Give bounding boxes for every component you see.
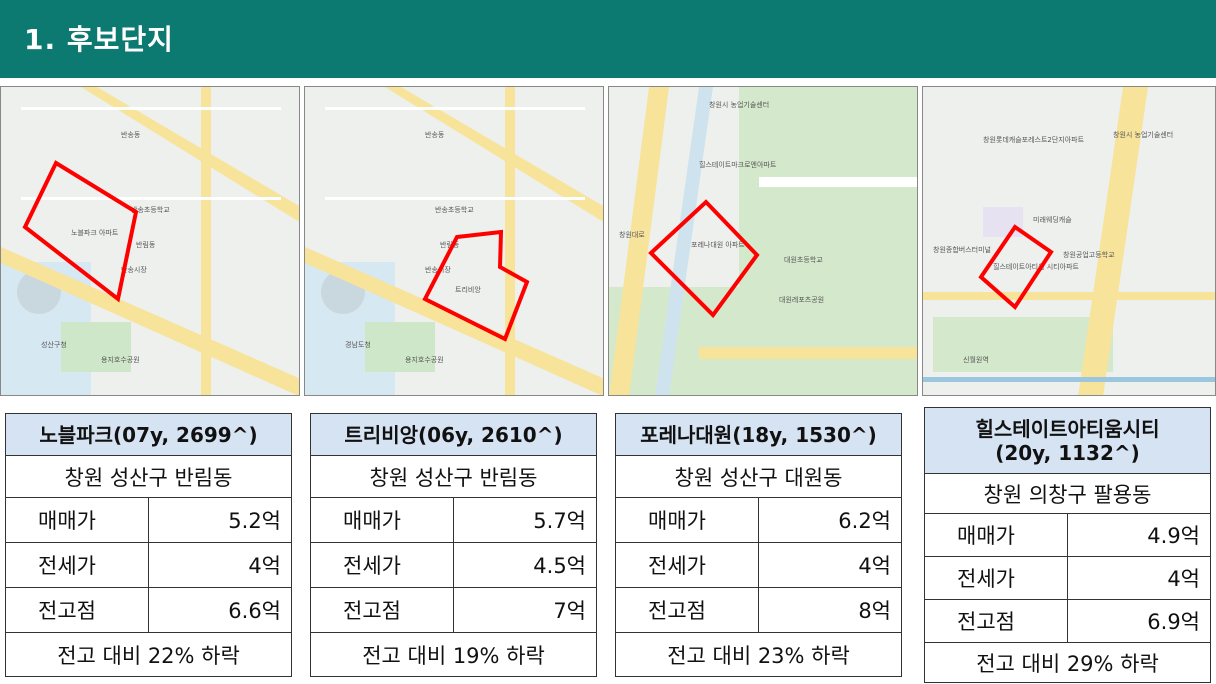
- map-label: 반송초등학교: [435, 205, 474, 214]
- page-header: 1. 후보단지: [0, 0, 1216, 78]
- row-label: 매매가: [615, 497, 759, 543]
- row-value: 4억: [758, 542, 902, 588]
- row-value: 6.9억: [1067, 599, 1211, 643]
- row-label: 매매가: [924, 513, 1068, 557]
- map-label: 반송동: [425, 130, 445, 139]
- map-label: 신월원역: [963, 355, 989, 364]
- table-title-line: 힐스테이트아티움시티: [975, 416, 1160, 441]
- footer-cell: 전고 대비 29% 하락: [924, 642, 1211, 683]
- location-cell: 창원 성산구 반림동: [5, 455, 292, 498]
- table-title-line: (20y, 1132^): [995, 440, 1140, 465]
- table-title: 노블파크(07y, 2699^): [5, 413, 292, 456]
- map-label: 트리비앙: [455, 285, 481, 294]
- row-label: 전세가: [615, 542, 759, 588]
- footer-cell: 전고 대비 23% 하락: [615, 632, 902, 677]
- row-value: 6.6억: [148, 587, 292, 633]
- map-label: 창원대로: [619, 230, 645, 239]
- footer-cell: 전고 대비 22% 하락: [5, 632, 292, 677]
- row-value: 5.2억: [148, 497, 292, 543]
- map-hillstate: 창원롯데캐슬포레스트2단지아파트 힐스테이트아티움 시티아파트 창원공업고등학교…: [922, 86, 1216, 396]
- row-label: 전세가: [924, 556, 1068, 600]
- row-value: 7억: [453, 587, 597, 633]
- map-label: 미래웨딩캐슬: [1033, 215, 1072, 224]
- map-label: 창원롯데캐슬포레스트2단지아파트: [983, 135, 1085, 144]
- map-label: 창원시 농업기술센터: [1113, 130, 1173, 139]
- row-value: 4.9억: [1067, 513, 1211, 557]
- map-trivian: 반송동 트리비앙 반림동 반송초등학교 경남도청 반송시장 용지호수공원: [304, 86, 604, 396]
- row-value: 8억: [758, 587, 902, 633]
- map-label: 대원초등학교: [784, 255, 823, 264]
- row-label: 전세가: [5, 542, 149, 588]
- page-title: 1. 후보단지: [24, 23, 174, 56]
- map-label: 포레나대원 아파트: [691, 240, 745, 249]
- map-label: 창원종합버스터미널: [933, 245, 991, 254]
- map-label: 용지호수공원: [405, 355, 444, 364]
- map-label: 반림동: [136, 240, 156, 249]
- row-label: 전고점: [310, 587, 454, 633]
- location-cell: 창원 성산구 대원동: [615, 455, 902, 498]
- map-label: 경남도청: [345, 340, 371, 349]
- row-label: 매매가: [310, 497, 454, 543]
- map-label: 힐스테이트마크로엔아파트: [699, 160, 777, 169]
- location-cell: 창원 의창구 팔용동: [924, 473, 1211, 514]
- row-value: 4억: [148, 542, 292, 588]
- map-noblepark: 반송동 노블파크 아파트 반림동 반송초등학교 성산구청 반송시장 용지호수공원: [0, 86, 300, 396]
- row-label: 매매가: [5, 497, 149, 543]
- map-label: 반송동: [121, 130, 141, 139]
- row-value: 4.5억: [453, 542, 597, 588]
- row-label: 전고점: [615, 587, 759, 633]
- map-forena: 창원시 농업기술센터 힐스테이트마크로엔아파트 포레나대원 아파트 대원초등학교…: [608, 86, 918, 396]
- table-title: 트리비앙(06y, 2610^): [310, 413, 597, 456]
- map-label: 대원레포츠공원: [779, 295, 824, 304]
- apartment-table-hillstate: 힐스테이트아티움시티 (20y, 1132^) 창원 의창구 팔용동 매매가 4.…: [924, 407, 1211, 683]
- map-label: 용지호수공원: [101, 355, 140, 364]
- apartment-table-trivian: 트리비앙(06y, 2610^) 창원 성산구 반림동 매매가 5.7억 전세가 4…: [310, 413, 597, 677]
- row-value: 5.7억: [453, 497, 597, 543]
- table-title: 포레나대원(18y, 1530^): [615, 413, 902, 456]
- map-label: 힐스테이트아티움 시티아파트: [993, 262, 1080, 271]
- row-label: 전고점: [5, 587, 149, 633]
- table-title: 힐스테이트아티움시티 (20y, 1132^): [924, 407, 1211, 474]
- row-value: 6.2억: [758, 497, 902, 543]
- row-value: 4억: [1067, 556, 1211, 600]
- location-cell: 창원 성산구 반림동: [310, 455, 597, 498]
- footer-cell: 전고 대비 19% 하락: [310, 632, 597, 677]
- map-label: 창원공업고등학교: [1063, 250, 1115, 259]
- row-label: 전세가: [310, 542, 454, 588]
- map-label: 성산구청: [41, 340, 67, 349]
- map-label: 노블파크 아파트: [71, 228, 119, 237]
- apartment-table-noblepark: 노블파크(07y, 2699^) 창원 성산구 반림동 매매가 5.2억 전세가 4…: [5, 413, 292, 677]
- apartment-table-forena: 포레나대원(18y, 1530^) 창원 성산구 대원동 매매가 6.2억 전세가…: [615, 413, 902, 677]
- map-label: 창원시 농업기술센터: [709, 100, 769, 109]
- row-label: 전고점: [924, 599, 1068, 643]
